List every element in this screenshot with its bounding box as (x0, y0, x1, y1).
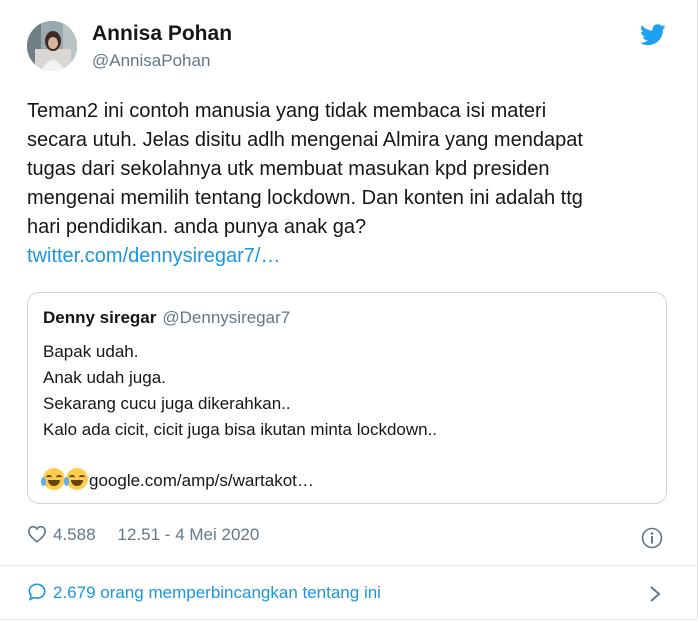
quoted-line: Anak udah juga. (43, 368, 166, 387)
avatar[interactable] (27, 21, 77, 71)
tweet-line: tugas dari sekolahnya utk membuat masuka… (27, 158, 550, 180)
timestamp[interactable]: 12.51 - 4 Mei 2020 (118, 525, 260, 544)
tweet-line: Teman2 ini contoh manusia yang tidak mem… (27, 100, 547, 122)
tweet-meta: 4.588 12.51 - 4 Mei 2020 (27, 525, 259, 551)
tears-of-joy-emoji (64, 468, 88, 490)
quoted-tweet[interactable]: Denny siregar @Dennysiregar7 Bapak udah. … (27, 292, 667, 504)
quoted-line: Kalo ada cicit, cicit juga bisa ikutan m… (43, 420, 438, 439)
divider (0, 565, 698, 566)
info-icon[interactable] (641, 527, 663, 549)
tweet-text: Teman2 ini contoh manusia yang tidak mem… (27, 97, 677, 271)
comment-bubble-icon (28, 583, 46, 601)
conversation-link[interactable]: 2.679 orang memperbincangkan tentang ini (27, 582, 381, 603)
tweet-line: hari pendidikan. anda punya anak ga? (27, 216, 367, 238)
quoted-link-row: google.com/amp/s/wartakot… (41, 468, 314, 491)
tweet-line: mengenai memilih tentang lockdown. Dan k… (27, 187, 583, 209)
author-name[interactable]: Annisa Pohan (92, 22, 232, 46)
tweet-link[interactable]: twitter.com/dennysiregar7/… (27, 245, 280, 267)
twitter-bird-icon[interactable] (640, 24, 666, 46)
author-handle[interactable]: @AnnisaPohan (92, 51, 210, 71)
quoted-tweet-text: Bapak udah. Anak udah juga. Sekarang cuc… (43, 339, 437, 443)
chevron-right-icon[interactable] (648, 584, 662, 604)
quoted-tweet-header: Denny siregar @Dennysiregar7 (43, 308, 290, 328)
tears-of-joy-emoji (41, 468, 65, 490)
quoted-link[interactable]: google.com/amp/s/wartakot… (89, 471, 314, 490)
heart-icon[interactable] (27, 525, 47, 543)
like-count[interactable]: 4.588 (53, 525, 96, 544)
tweet-card: Annisa Pohan @AnnisaPohan Teman2 ini con… (0, 0, 698, 620)
tweet-line: secara utuh. Jelas disitu adlh mengenai … (27, 129, 583, 151)
conversation-count-text: 2.679 orang memperbincangkan tentang ini (53, 583, 381, 602)
quoted-line: Sekarang cucu juga dikerahkan.. (43, 394, 291, 413)
quoted-author-handle: @Dennysiregar7 (162, 308, 291, 327)
quoted-author-name: Denny siregar (43, 308, 157, 327)
quoted-line: Bapak udah. (43, 342, 139, 361)
